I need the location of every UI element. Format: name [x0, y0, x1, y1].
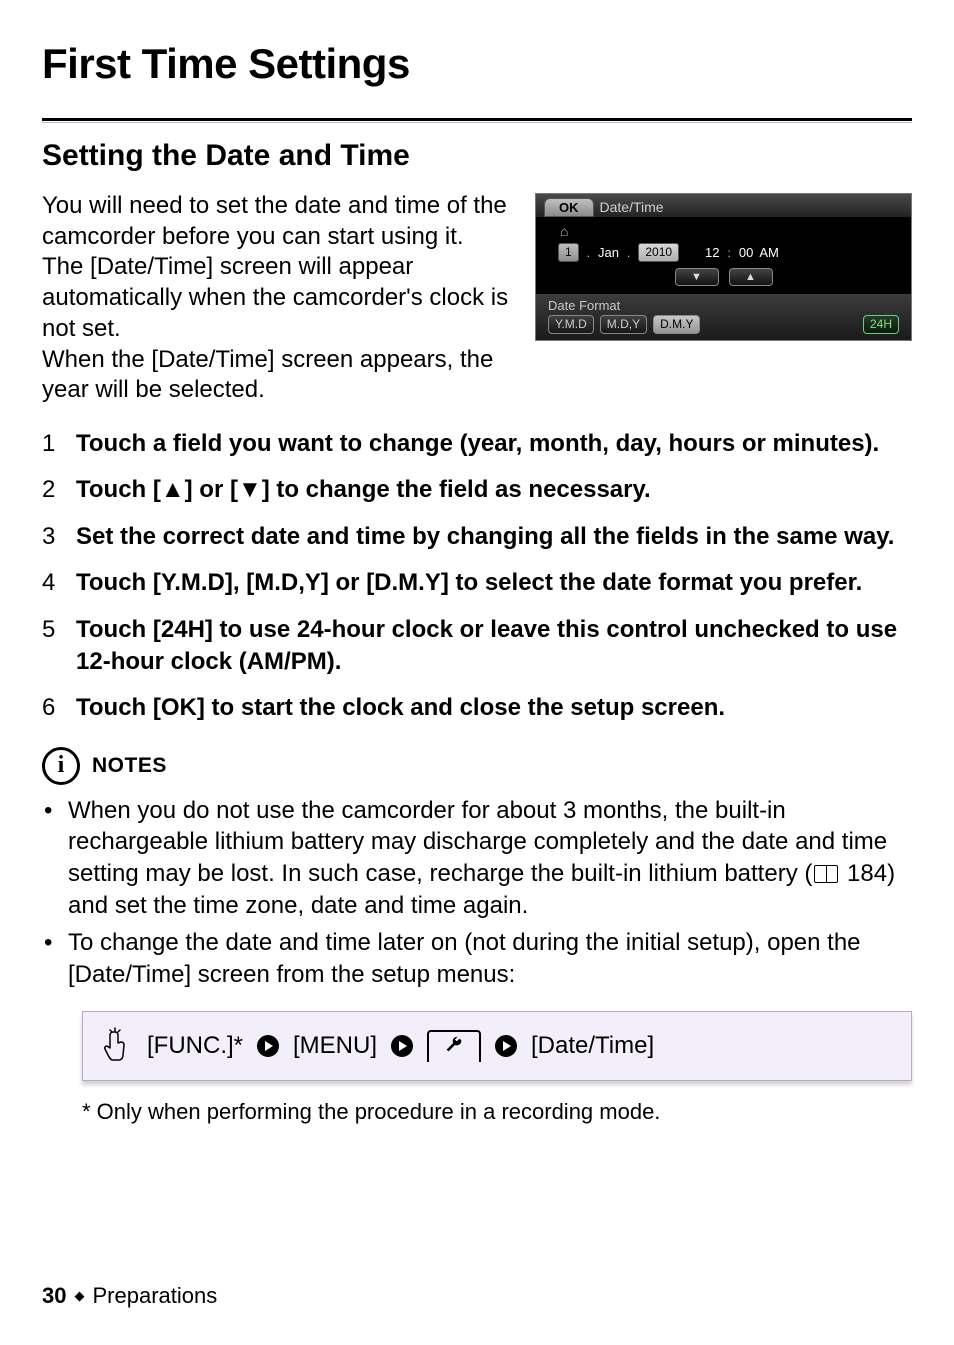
screenshot-min: 00 — [739, 245, 753, 260]
screenshot-mdy: M.D,Y — [600, 315, 647, 334]
wrench-tab-icon — [427, 1030, 481, 1062]
step-6: Touch [OK] to start the clock and close … — [42, 692, 912, 724]
screenshot-dmy: D.M.Y — [653, 315, 700, 334]
nav-menu: [MENU] — [293, 1032, 377, 1060]
page-title: First Time Settings — [42, 40, 912, 88]
screenshot-home-icon: ⌂ — [536, 223, 911, 243]
step-4: Touch [Y.M.D], [M.D,Y] or [D.M.Y] to sel… — [42, 567, 912, 599]
step-3: Set the correct date and time by changin… — [42, 521, 912, 553]
notes-label: NOTES — [92, 754, 167, 778]
arrow-icon — [257, 1035, 279, 1057]
step-2: Touch [▲] or [▼] to change the field as … — [42, 474, 912, 506]
footnote: * Only when performing the procedure in … — [82, 1099, 912, 1125]
screenshot-year: 2010 — [638, 243, 679, 262]
navigation-path: [FUNC.]* [MENU] [Date/Time] — [82, 1011, 912, 1081]
nav-func: [FUNC.]* — [147, 1032, 243, 1060]
notes-list: When you do not use the camcorder for ab… — [42, 795, 912, 991]
screenshot-dateformat-label: Date Format — [548, 298, 899, 313]
intro-text: You will need to set the date and time o… — [42, 191, 509, 406]
screenshot-up-button: ▲ — [729, 268, 773, 286]
diamond-icon: ◆ — [74, 1288, 84, 1304]
step-5: Touch [24H] to use 24-hour clock or leav… — [42, 614, 912, 679]
screenshot-ampm: AM — [759, 245, 779, 260]
screenshot-down-button: ▼ — [675, 268, 719, 286]
screenshot-month: Jan — [598, 245, 619, 260]
steps-list: Touch a field you want to change (year, … — [42, 428, 912, 725]
info-icon: i — [42, 747, 80, 785]
page-footer: 30 ◆ Preparations — [42, 1283, 217, 1309]
footer-section: Preparations — [92, 1283, 217, 1309]
screenshot-hour: 12 — [705, 245, 719, 260]
screenshot-24h: 24H — [863, 315, 899, 334]
book-icon — [814, 865, 838, 883]
screenshot-header: Date/Time — [600, 199, 664, 217]
arrow-icon — [391, 1035, 413, 1057]
nav-datetime: [Date/Time] — [531, 1032, 654, 1060]
page-number: 30 — [42, 1283, 66, 1309]
touch-icon — [101, 1026, 133, 1066]
screenshot-ok-button: OK — [544, 198, 594, 217]
section-title: Setting the Date and Time — [42, 139, 912, 173]
step-1: Touch a field you want to change (year, … — [42, 428, 912, 460]
note-2: To change the date and time later on (no… — [42, 927, 912, 990]
screenshot-ymd: Y.M.D — [548, 315, 594, 334]
datetime-screenshot: OK Date/Time ⌂ 1 . Jan . 2010 12 : 00 AM… — [535, 193, 912, 341]
screenshot-day: 1 — [558, 243, 579, 262]
divider — [42, 118, 912, 123]
note-1: When you do not use the camcorder for ab… — [42, 795, 912, 922]
arrow-icon — [495, 1035, 517, 1057]
